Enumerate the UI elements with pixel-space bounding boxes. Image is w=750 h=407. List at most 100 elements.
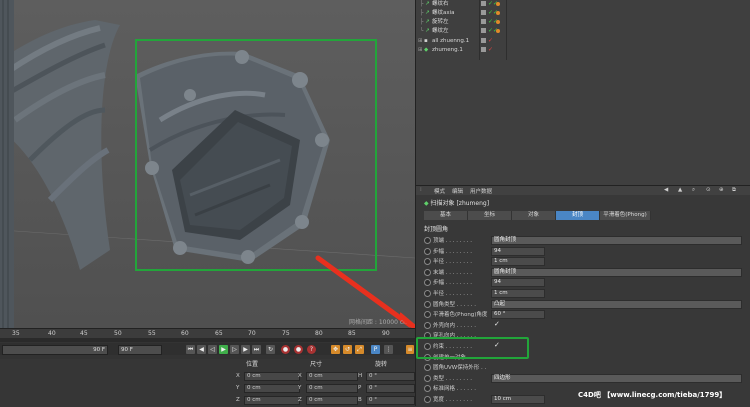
- rotation-p-field[interactable]: 0 °: [366, 384, 415, 393]
- animate-radio-icon[interactable]: [424, 300, 431, 308]
- menu-mode[interactable]: 模式: [434, 187, 445, 195]
- param-row[interactable]: 平滑着色(Phong)角度 60 °: [424, 310, 742, 320]
- position-z-field[interactable]: 0 cm: [244, 396, 300, 405]
- rotation-h-field[interactable]: 0 °: [366, 372, 415, 381]
- lock-icon[interactable]: ⊙: [706, 187, 711, 193]
- coordinate-manager: 位置 尺寸 旋转 X 0 cm X 0 cm H 0 ° Y 0 cm Y 0 …: [0, 359, 415, 407]
- animate-radio-icon[interactable]: [424, 290, 431, 297]
- param-row[interactable]: 顶端 . . . . . . . . 圆角封顶: [424, 236, 742, 245]
- param-row[interactable]: 半径 . . . . . . . . 1 cm: [424, 257, 742, 267]
- timeline-menu-icon[interactable]: ≡: [406, 345, 414, 354]
- param-checkbox[interactable]: ✓: [494, 320, 500, 328]
- param-row[interactable]: 外壳向内 . . . . . . ✓: [424, 320, 742, 330]
- scale-key-icon[interactable]: ⤢: [355, 345, 364, 354]
- animate-radio-icon[interactable]: [424, 396, 431, 403]
- loop-icon[interactable]: ↻: [266, 345, 275, 354]
- object-title: ◆ 扫描对象 [zhumeng]: [424, 200, 490, 207]
- param-dropdown[interactable]: 圆角封顶: [491, 267, 742, 277]
- param-label: 步幅 . . . . . . . .: [433, 248, 472, 255]
- search-icon[interactable]: ⌕: [692, 187, 695, 194]
- object-row[interactable]: ├ ↗ 旋转左 ✓✓: [416, 18, 750, 26]
- menu-edit[interactable]: 编辑: [452, 187, 463, 195]
- animate-radio-icon[interactable]: [424, 321, 431, 329]
- tab-coordinates[interactable]: 坐标: [468, 211, 512, 220]
- param-dropdown[interactable]: 凸起: [491, 299, 742, 309]
- autokey-icon[interactable]: ●: [294, 345, 303, 354]
- play-icon[interactable]: ▶: [219, 345, 228, 354]
- end-frame-field[interactable]: 90 F: [118, 345, 162, 355]
- watermark-text: C4D吧 【www.linecg.com/tieba/1799】: [578, 391, 727, 399]
- rotate-key-icon[interactable]: ↺: [343, 345, 352, 354]
- next-frame-icon[interactable]: ▷: [230, 345, 239, 354]
- keyframe-selection-icon[interactable]: ?: [307, 345, 316, 354]
- animate-radio-icon[interactable]: [424, 268, 431, 276]
- back-arrow-icon[interactable]: ◀: [664, 187, 668, 193]
- object-row[interactable]: ⊞ ▪ all zhuenng.1 ✓: [416, 37, 750, 45]
- size-y-field[interactable]: 0 cm: [306, 384, 358, 393]
- size-x-field[interactable]: 0 cm: [306, 372, 358, 381]
- param-field[interactable]: 1 cm: [491, 257, 545, 267]
- rotation-b-field[interactable]: 0 °: [366, 396, 415, 405]
- tab-caps[interactable]: 封顶: [556, 211, 600, 220]
- position-x-field[interactable]: 0 cm: [244, 372, 300, 381]
- param-row[interactable]: 步幅 . . . . . . . . 94: [424, 278, 742, 288]
- object-row[interactable]: └ ↗ 螺纹左 ✓✓: [416, 27, 750, 35]
- param-field[interactable]: 60 °: [491, 310, 545, 320]
- animate-radio-icon[interactable]: [424, 364, 431, 372]
- 3d-viewport[interactable]: 网格间距 : 10000 cm: [0, 0, 415, 328]
- prev-frame-icon[interactable]: ◁: [208, 345, 217, 354]
- preview-end-field[interactable]: 90 F: [2, 345, 108, 355]
- animate-radio-icon[interactable]: [424, 258, 431, 266]
- param-field[interactable]: 94: [491, 278, 545, 288]
- animate-radio-icon[interactable]: [424, 311, 431, 319]
- frame-ruler[interactable]: 35 40 45 50 55 60 65 70 75 80 85 90: [0, 329, 415, 338]
- move-key-icon[interactable]: ✥: [331, 345, 340, 354]
- go-end-icon[interactable]: ⏭: [252, 345, 261, 354]
- expand-icon[interactable]: ⊞: [418, 46, 423, 54]
- next-key-icon[interactable]: ▶: [241, 345, 250, 354]
- position-y-field[interactable]: 0 cm: [244, 384, 300, 393]
- tab-phong[interactable]: 平滑着色(Phong): [600, 211, 651, 220]
- param-row[interactable]: 步幅 . . . . . . . . 94: [424, 246, 742, 256]
- param-row[interactable]: 圆角UVW保持外形 . .: [424, 363, 742, 372]
- up-arrow-icon[interactable]: ▲: [678, 187, 682, 193]
- prev-key-icon[interactable]: ◀: [197, 345, 206, 354]
- visibility-check[interactable]: ✓: [488, 46, 493, 54]
- sweep-object-icon: ◆: [424, 200, 429, 207]
- size-z-field[interactable]: 0 cm: [306, 396, 358, 405]
- object-row[interactable]: ⊞ ◆ zhumeng.1 ✓: [416, 46, 750, 54]
- param-dropdown[interactable]: 圆角封顶: [491, 236, 742, 245]
- param-dropdown[interactable]: 四边形: [491, 373, 742, 383]
- grid-key-icon[interactable]: ⋮: [384, 345, 393, 354]
- tab-basic[interactable]: 基本: [424, 211, 468, 220]
- animate-radio-icon[interactable]: [424, 279, 431, 287]
- param-row[interactable]: 圆角类型 . . . . . . 凸起: [424, 299, 742, 309]
- go-start-icon[interactable]: ⏮: [186, 345, 195, 354]
- timeline-track[interactable]: [0, 338, 415, 342]
- object-row[interactable]: ├ ↗ 螺纹右 ✓✓: [416, 0, 750, 8]
- object-row[interactable]: ├ ↗ 螺纹axia ✓✓: [416, 9, 750, 17]
- animate-radio-icon[interactable]: [424, 385, 431, 393]
- pin-icon[interactable]: ⊕: [719, 187, 724, 193]
- param-label: 步幅 . . . . . . . .: [433, 280, 472, 287]
- param-row[interactable]: 半径 . . . . . . . . 1 cm: [424, 289, 742, 298]
- tab-object[interactable]: 对象: [512, 211, 556, 220]
- expand-icon[interactable]: ⊞: [418, 37, 423, 45]
- tag-icon: [481, 1, 486, 6]
- param-label: 末端 . . . . . . . .: [433, 269, 472, 276]
- param-field[interactable]: 10 cm: [491, 395, 545, 404]
- menu-user-data[interactable]: 用户数据: [470, 187, 492, 195]
- animate-radio-icon[interactable]: [424, 237, 431, 244]
- visibility-check[interactable]: ✓: [488, 37, 493, 45]
- param-field[interactable]: 94: [491, 246, 545, 256]
- record-icon[interactable]: ●: [281, 345, 290, 354]
- param-row[interactable]: 末端 . . . . . . . . 圆角封顶: [424, 267, 742, 277]
- animate-radio-icon[interactable]: [424, 374, 431, 382]
- param-field[interactable]: 1 cm: [491, 289, 545, 298]
- spline-icon: ↗: [425, 28, 430, 34]
- param-row[interactable]: 类型 . . . . . . . . 四边形: [424, 373, 742, 383]
- sweep-object-icon: ◆: [424, 47, 429, 53]
- param-key-icon[interactable]: P: [371, 345, 380, 354]
- animate-radio-icon[interactable]: [424, 247, 431, 255]
- new-window-icon[interactable]: ⧉: [732, 187, 736, 194]
